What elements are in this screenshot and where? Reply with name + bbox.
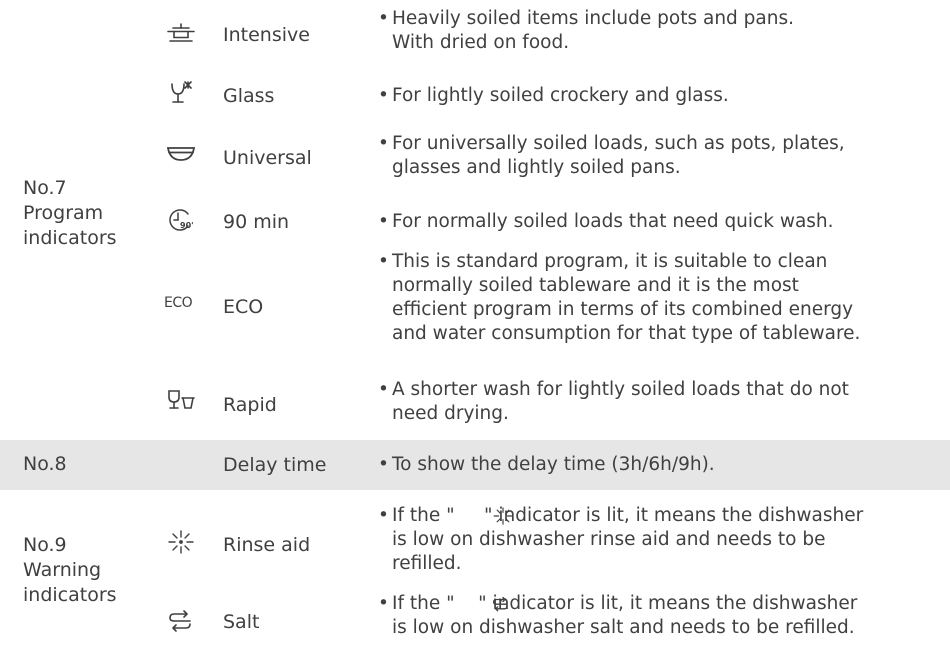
program-name: 90 min: [223, 211, 290, 233]
program-name: Delay time: [223, 454, 327, 476]
eco-icon: ECO: [164, 295, 193, 311]
glass-cup-icon: [166, 389, 196, 415]
sparkle-icon: [166, 529, 196, 555]
program-description: • This is standard program, it is suitab…: [378, 251, 861, 344]
program-name: Rapid: [223, 394, 277, 416]
warning-name: Salt: [223, 611, 260, 633]
warning-description: • If the " " indicator is lit, it means …: [378, 593, 858, 638]
table-row: Intensive • Heavily soiled items include…: [0, 0, 950, 58]
program-description: • For normally soiled loads that need qu…: [378, 211, 834, 232]
program-name: Universal: [223, 147, 312, 169]
bowl-icon: [166, 142, 196, 168]
svg-text:90': 90': [180, 221, 194, 230]
bullet: •: [378, 8, 389, 29]
table-row: Universal • For universally soiled loads…: [0, 128, 950, 188]
program-description: • A shorter wash for lightly soiled load…: [378, 379, 849, 424]
table-row: Salt • If the " " indicator is lit, it m…: [0, 585, 950, 647]
table-row: 90' 90 min • For normally soiled loads t…: [0, 206, 950, 246]
program-description: • To show the delay time (3h/6h/9h).: [378, 454, 715, 475]
table-row: Glass • For lightly soiled crockery and …: [0, 78, 950, 118]
table-row-delay-time: No.8 Delay time • To show the delay time…: [0, 440, 950, 490]
salt-icon: [491, 594, 511, 620]
program-name: Intensive: [223, 24, 310, 46]
warning-description: • If the " " indicator is lit, it means …: [378, 505, 864, 574]
program-name: ECO: [223, 296, 264, 318]
wine-glass-icon: [166, 81, 196, 107]
program-description: • Heavily soiled items include pots and …: [378, 8, 794, 53]
sparkle-icon: [492, 506, 514, 533]
table-row: Rapid • A shorter wash for lightly soile…: [0, 353, 950, 431]
warning-name: Rinse aid: [223, 534, 311, 556]
program-name: Glass: [223, 85, 275, 107]
table-row: Rinse aid • If the " " indicator is lit,…: [0, 498, 950, 576]
program-description: • For lightly soiled crockery and glass.: [378, 85, 729, 106]
salt-icon: [166, 607, 196, 633]
table-row: ECO ECO • This is standard program, it i…: [0, 250, 950, 350]
timer-90-icon: 90': [166, 207, 196, 233]
program-description: • For universally soiled loads, such as …: [378, 133, 845, 178]
group-label-no8: No.8: [23, 453, 67, 475]
pot-icon: [166, 20, 196, 46]
